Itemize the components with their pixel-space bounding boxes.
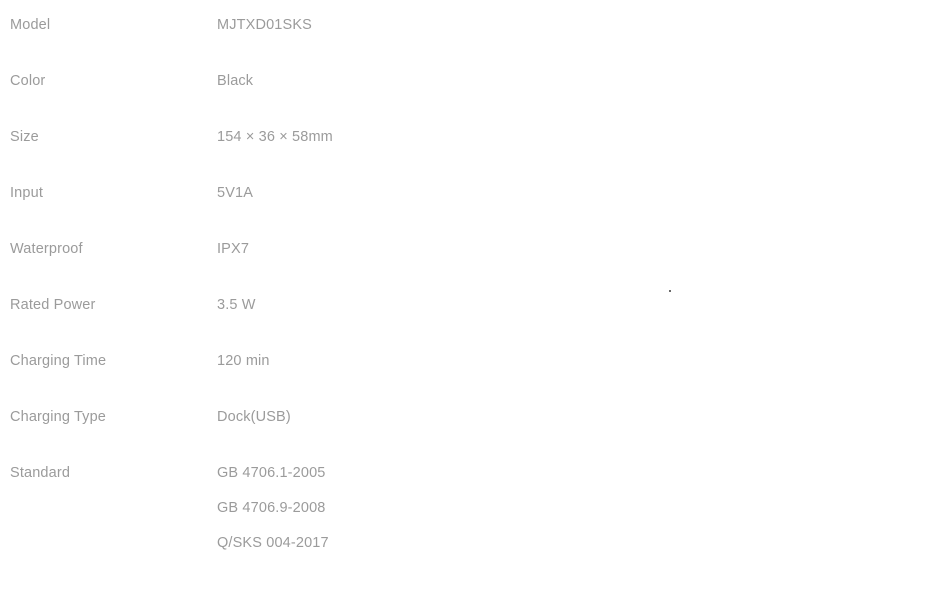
spec-label-charging-type: Charging Type (10, 409, 106, 425)
spec-label-waterproof: Waterproof (10, 241, 83, 257)
spec-row-color: Color Black (0, 72, 950, 128)
spec-label-input: Input (10, 185, 43, 201)
spec-row-input: Input 5V1A (0, 184, 950, 240)
spec-label-size: Size (10, 129, 39, 145)
standard-line-1: GB 4706.1-2005 (217, 465, 326, 481)
spec-row-charging-time: Charging Time 120 min (0, 352, 950, 408)
spec-row-model: Model MJTXD01SKS (0, 16, 950, 72)
spec-value-standard: GB 4706.1-2005 GB 4706.9-2008 Q/SKS 004-… (217, 464, 950, 553)
spec-value-input: 5V1A (217, 185, 254, 201)
spec-label-rated-power: Rated Power (10, 297, 96, 313)
spec-value-model: MJTXD01SKS (217, 17, 312, 33)
spec-value-size: 154 × 36 × 58mm (217, 129, 333, 145)
spec-row-standard: Standard GB 4706.1-2005 GB 4706.9-2008 Q… (0, 464, 950, 574)
spec-row-size: Size 154 × 36 × 58mm (0, 128, 950, 184)
spec-value-rated-power: 3.5 W (217, 297, 256, 313)
standard-line-3: Q/SKS 004-2017 (217, 535, 329, 551)
spec-row-waterproof: Waterproof IPX7 (0, 240, 950, 296)
spec-value-charging-time: 120 min (217, 353, 270, 369)
standard-line-2: GB 4706.9-2008 (217, 500, 326, 516)
spec-sheet: Model MJTXD01SKS Color Black Size 154 × … (0, 0, 950, 597)
spec-value-waterproof: IPX7 (217, 241, 250, 257)
spec-label-model: Model (10, 17, 51, 33)
spec-label-charging-time: Charging Time (10, 353, 107, 369)
spec-row-rated-power: Rated Power 3.5 W (0, 296, 950, 352)
spec-label-standard: Standard (10, 465, 71, 481)
spec-value-color: Black (217, 73, 254, 89)
spec-label-color: Color (10, 73, 46, 89)
spec-value-charging-type: Dock(USB) (217, 409, 291, 425)
cursor-pointer-dot (669, 290, 671, 292)
spec-row-charging-type: Charging Type Dock(USB) (0, 408, 950, 464)
